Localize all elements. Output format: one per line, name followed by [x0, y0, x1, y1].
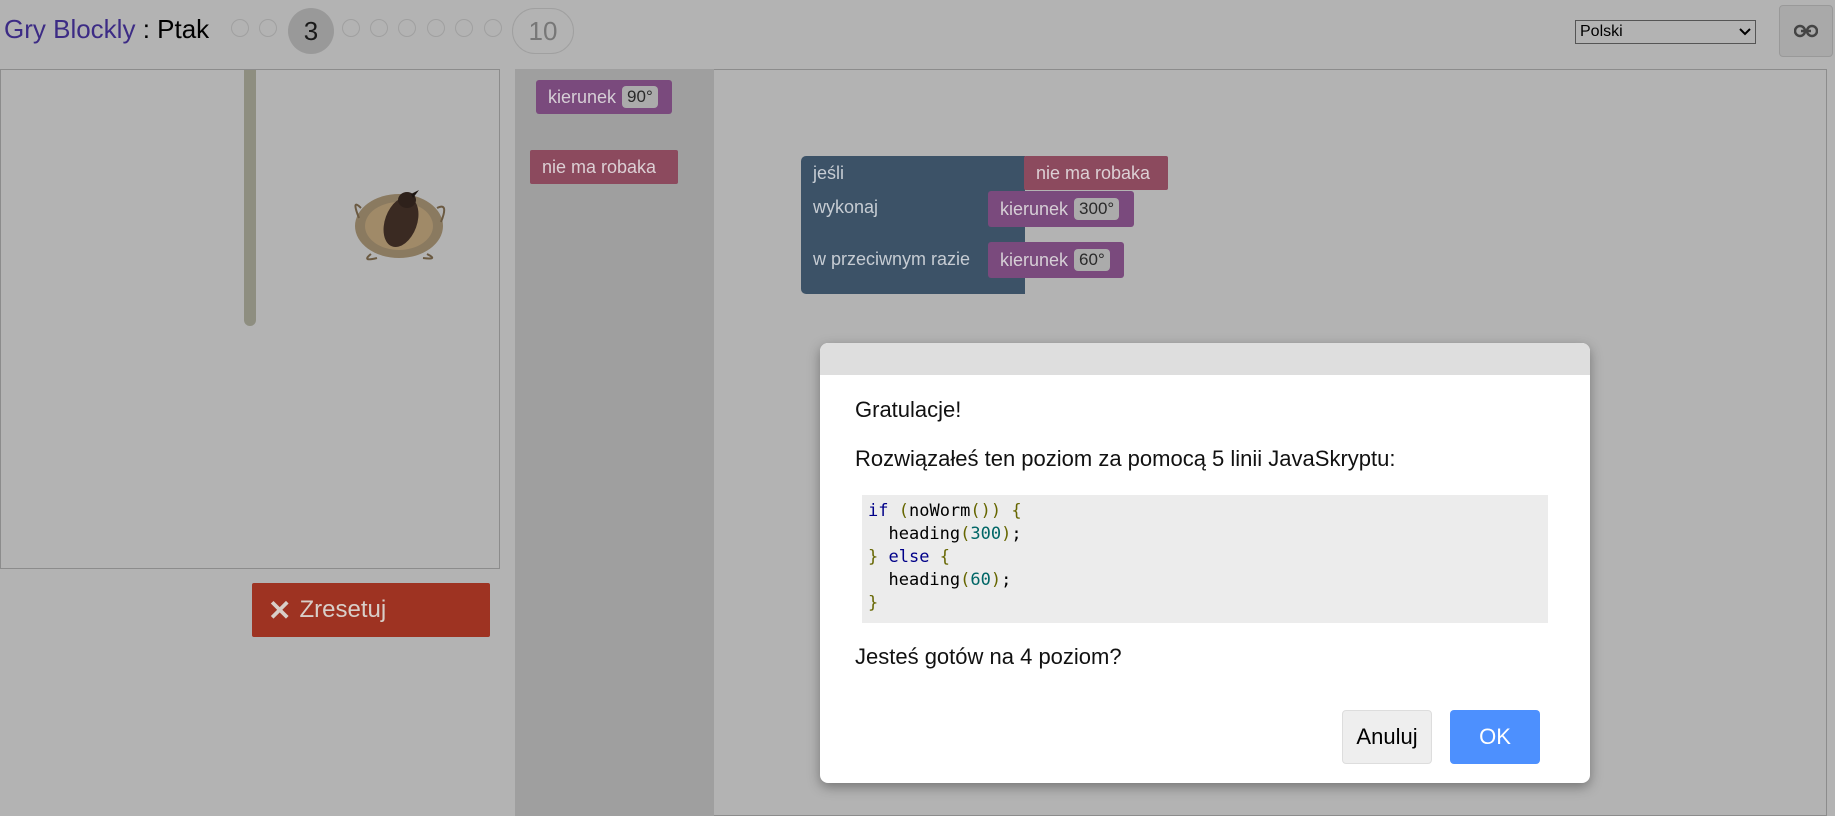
no-worm-block-label: nie ma robaka	[542, 156, 657, 177]
if-label: jeśli	[813, 163, 845, 183]
level-2-dot[interactable]	[259, 19, 277, 37]
do-heading-block[interactable]: kierunek 300°	[988, 191, 1134, 227]
else-heading-block[interactable]: kierunek 60°	[988, 242, 1124, 278]
do-heading-angle-field[interactable]: 300°	[1074, 198, 1120, 220]
heading-block-label: kierunek	[548, 86, 617, 107]
language-select[interactable]: Polski	[1575, 20, 1756, 44]
toolbox-no-worm-block[interactable]: nie ma robaka	[530, 150, 678, 184]
dialog-question: Jesteś gotów na 4 poziom?	[855, 644, 1122, 669]
page-title: Gry Blockly : Ptak	[4, 14, 209, 45]
dialog-header[interactable]	[820, 343, 1590, 375]
header: Gry Blockly : Ptak 3 10 Polski	[0, 0, 1835, 62]
wall	[244, 70, 256, 326]
toolbox-heading-block[interactable]: kierunek 90°	[536, 80, 672, 114]
level-8-dot[interactable]	[455, 19, 473, 37]
level-5-dot[interactable]	[370, 19, 388, 37]
link-button[interactable]	[1779, 5, 1833, 57]
level-9-dot[interactable]	[484, 19, 502, 37]
reset-button[interactable]: ✕ Zresetuj	[252, 583, 490, 637]
javascript-code: if (noWorm()) { heading(300); } else { h…	[862, 495, 1548, 623]
level-4-dot[interactable]	[342, 19, 360, 37]
level-last[interactable]: 10	[512, 8, 574, 54]
dialog-solved-text: Rozwiązałeś ten poziom za pomocą 5 linii…	[855, 446, 1396, 471]
reset-button-label: Zresetuj	[299, 596, 387, 623]
condition-block-label: nie ma robaka	[1036, 162, 1151, 183]
dialog-congrats: Gratulacje!	[855, 397, 962, 422]
game-visualization	[0, 69, 500, 569]
else-label: w przeciwnym razie	[813, 249, 971, 269]
ok-button[interactable]: OK	[1450, 710, 1540, 764]
chevron-down-icon	[1739, 28, 1751, 36]
heading-angle-field[interactable]: 90°	[622, 86, 658, 108]
level-6-dot[interactable]	[398, 19, 416, 37]
level-7-dot[interactable]	[427, 19, 445, 37]
else-heading-angle-field[interactable]: 60°	[1074, 249, 1110, 271]
link-icon	[1794, 24, 1818, 38]
game-name: Ptak	[157, 14, 210, 44]
level-1-dot[interactable]	[231, 19, 249, 37]
language-select-value: Polski	[1580, 23, 1623, 40]
bird-nest-icon	[354, 190, 446, 261]
congratulations-dialog: Gratulacje! Rozwiązałeś ten poziom za po…	[820, 343, 1590, 783]
level-current[interactable]: 3	[288, 8, 334, 54]
condition-no-worm-block[interactable]: nie ma robaka	[1024, 156, 1168, 190]
close-icon: ✕	[268, 594, 292, 626]
do-label: wykonaj	[813, 197, 879, 217]
else-heading-label: kierunek	[1000, 249, 1069, 270]
cancel-button[interactable]: Anuluj	[1342, 710, 1432, 764]
blockly-games-link[interactable]: Gry Blockly	[4, 14, 135, 44]
do-heading-label: kierunek	[1000, 198, 1069, 219]
title-separator: :	[135, 14, 158, 44]
